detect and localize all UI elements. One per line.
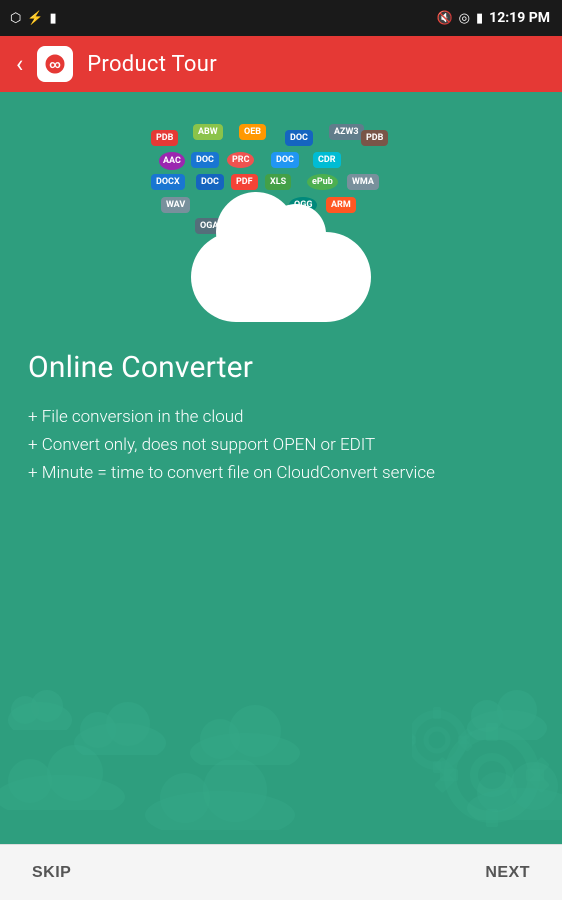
status-right-icons: 🔇 ◎ ▮ 12:19 PM xyxy=(436,10,550,26)
bullet-2: + Convert only, does not support OPEN or… xyxy=(28,431,534,459)
app-bar: ‹ ∞ Product Tour xyxy=(0,36,562,92)
file-tag-pdb2: PDB xyxy=(361,130,388,146)
bottom-bar: SKIP NEXT xyxy=(0,844,562,900)
file-tag-pdb1: PDB xyxy=(151,130,178,146)
file-tag-prc: PRC xyxy=(227,152,254,168)
battery-icon: ▮ xyxy=(50,11,57,26)
file-tag-xls: XLS xyxy=(265,174,291,190)
file-tag-wav: WAV xyxy=(161,197,190,213)
usb-icon: ⬡ xyxy=(10,11,21,26)
mute-icon: 🔇 xyxy=(436,11,452,26)
file-tag-doc2: DOC xyxy=(191,152,219,168)
charge-icon: ⚡ xyxy=(27,11,43,26)
status-left-icons: ⬡ ⚡ ▮ xyxy=(10,0,57,36)
file-tag-aac1: AAC xyxy=(159,152,185,170)
file-tag-abw: ABW xyxy=(193,124,223,140)
alarm-icon: ◎ xyxy=(459,11,470,26)
main-content: PDB ABW OEB DOC AZW3 PDB AAC DOC PRC DOC… xyxy=(0,92,562,844)
file-tag-arm: ARM xyxy=(326,197,356,213)
next-button[interactable]: NEXT xyxy=(477,856,538,890)
cloud-shape xyxy=(191,232,371,322)
app-icon: ∞ xyxy=(37,46,73,82)
bg-cloud-1 xyxy=(5,688,75,734)
content-title: Online Converter xyxy=(28,350,534,385)
bullet-1: + File conversion in the cloud xyxy=(28,403,534,431)
file-tag-doc3: DOC xyxy=(271,152,299,168)
bullet-3: + Minute = time to convert file on Cloud… xyxy=(28,459,534,487)
file-tag-docx: DOCX xyxy=(151,174,185,190)
gear-decoration xyxy=(412,690,562,834)
file-tag-wma: WMA xyxy=(347,174,379,190)
file-tag-pdf1: PDF xyxy=(231,174,258,190)
battery-full-icon: ▮ xyxy=(476,11,483,26)
status-bar: ⬡ ⚡ ▮ 🔇 ◎ ▮ 12:19 PM xyxy=(0,0,562,36)
file-tag-doc4: DOC xyxy=(196,174,224,190)
file-tag-cdr: CDR xyxy=(313,152,341,168)
file-tag-azw3: AZW3 xyxy=(329,124,364,140)
status-time: 12:19 PM xyxy=(489,10,550,26)
app-bar-title: Product Tour xyxy=(87,52,217,77)
bg-cloud-5 xyxy=(0,745,130,814)
file-tag-epub: ePub xyxy=(307,174,338,190)
skip-button[interactable]: SKIP xyxy=(24,856,79,890)
content-text: Online Converter + File conversion in th… xyxy=(28,350,534,487)
content-body: + File conversion in the cloud + Convert… xyxy=(28,403,534,487)
file-tag-doc1: DOC xyxy=(285,130,313,146)
cloud-main xyxy=(191,232,371,322)
svg-text:∞: ∞ xyxy=(49,58,61,71)
back-button[interactable]: ‹ xyxy=(16,50,23,78)
cloud-illustration: PDB ABW OEB DOC AZW3 PDB AAC DOC PRC DOC… xyxy=(28,122,534,322)
bg-cloud-6 xyxy=(140,760,300,834)
file-tag-oeb: OEB xyxy=(239,124,266,140)
